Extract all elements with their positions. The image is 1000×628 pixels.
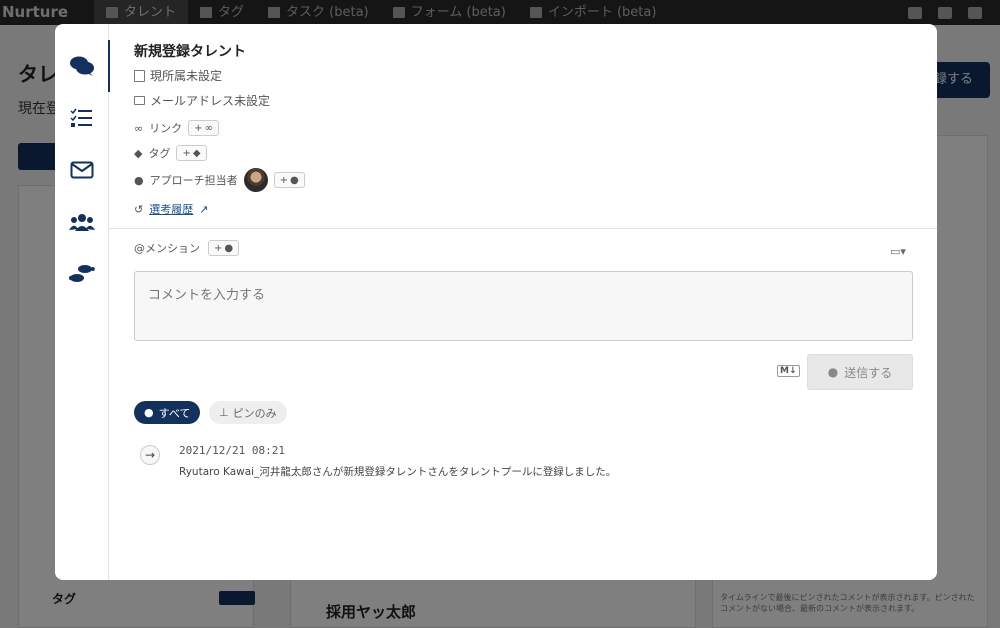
affiliation-text: 現所属未設定 bbox=[150, 69, 223, 83]
tag-label: タグ bbox=[148, 147, 171, 160]
task-list-icon bbox=[69, 108, 92, 127]
tab-footprints[interactable] bbox=[55, 248, 109, 300]
send-button[interactable]: ● 送信する bbox=[807, 354, 913, 390]
talent-detail-modal: 新規登録タレント 現所属未設定 メールアドレス未設定 ∞ リンク + ∞ ◆ タグ… bbox=[55, 24, 937, 580]
section-divider bbox=[109, 228, 937, 229]
comment-format-icon: ▭▾ bbox=[890, 245, 906, 258]
send-button-label: 送信する bbox=[844, 365, 893, 380]
modal-content: 新規登録タレント 現所属未設定 メールアドレス未設定 ∞ リンク + ∞ ◆ タグ… bbox=[109, 24, 937, 580]
selection-history-link[interactable]: ↺ 選考履歴 ↗ bbox=[134, 201, 208, 217]
filter-all-button[interactable]: ● すべて bbox=[134, 401, 201, 424]
comments-icon bbox=[69, 56, 94, 76]
email-text: メールアドレス未設定 bbox=[150, 94, 271, 108]
link-row: ∞ リンク + ∞ bbox=[134, 120, 219, 136]
tag-icon: ◆ bbox=[134, 146, 143, 160]
link-icon: ∞ bbox=[204, 122, 213, 134]
filter-all-label: すべて bbox=[158, 406, 191, 420]
arrow-right-icon: → bbox=[140, 445, 160, 465]
timeline-text: Ryutaro Kawai_河井龍太郎さんが新規登録タレントさんをタレントプール… bbox=[179, 466, 617, 478]
footprints-icon bbox=[68, 265, 95, 282]
filter-pinned-label: ピンのみ bbox=[232, 406, 277, 420]
filter-pinned-button[interactable]: ⊥ ピンのみ bbox=[209, 401, 287, 424]
add-approach-member-button[interactable]: + ● bbox=[273, 172, 305, 188]
users-icon bbox=[68, 214, 95, 231]
external-link-icon: ↗ bbox=[199, 202, 209, 216]
link-label: リンク bbox=[149, 122, 183, 135]
envelope-icon bbox=[70, 161, 93, 179]
markdown-icon[interactable]: M↓ bbox=[777, 365, 800, 377]
tag-icon: ◆ bbox=[192, 147, 201, 159]
history-icon: ↺ bbox=[134, 202, 144, 216]
email-row: メールアドレス未設定 bbox=[134, 92, 270, 109]
envelope-icon bbox=[134, 96, 145, 105]
approach-label: アプローチ担当者 bbox=[149, 174, 238, 187]
link-icon: ∞ bbox=[134, 121, 144, 135]
add-tag-button[interactable]: + ◆ bbox=[176, 145, 207, 161]
approach-row: ● アプローチ担当者 + ● bbox=[134, 168, 305, 192]
user-icon: ● bbox=[134, 173, 144, 187]
user-icon: ● bbox=[224, 242, 234, 254]
pin-icon: ⊥ bbox=[219, 406, 229, 419]
add-mention-button[interactable]: + ● bbox=[208, 240, 240, 256]
building-icon bbox=[134, 69, 145, 82]
mention-row: @メンション + ● bbox=[134, 240, 240, 256]
tag-row: ◆ タグ + ◆ bbox=[134, 145, 207, 161]
affiliation-row: 現所属未設定 bbox=[134, 67, 222, 84]
mention-label: @メンション bbox=[134, 242, 200, 255]
timeline-date: 2021/12/21 08:21 bbox=[179, 444, 285, 457]
modal-side-tabs bbox=[55, 24, 110, 580]
add-link-button[interactable]: + ∞ bbox=[188, 120, 219, 136]
tab-comments[interactable] bbox=[55, 40, 110, 92]
tab-members[interactable] bbox=[55, 196, 109, 248]
comment-icon: ● bbox=[827, 365, 839, 379]
avatar[interactable] bbox=[243, 168, 268, 192]
tab-tasks[interactable] bbox=[55, 92, 109, 144]
comments-icon: ● bbox=[144, 406, 154, 419]
comment-input[interactable] bbox=[134, 271, 913, 341]
talent-name: 新規登録タレント bbox=[134, 44, 246, 60]
selection-history-label: 選考履歴 bbox=[149, 203, 194, 216]
comment-format-dropdown[interactable]: ▭▾ bbox=[890, 245, 906, 258]
user-icon: ● bbox=[290, 174, 299, 186]
tab-mail[interactable] bbox=[55, 144, 109, 196]
